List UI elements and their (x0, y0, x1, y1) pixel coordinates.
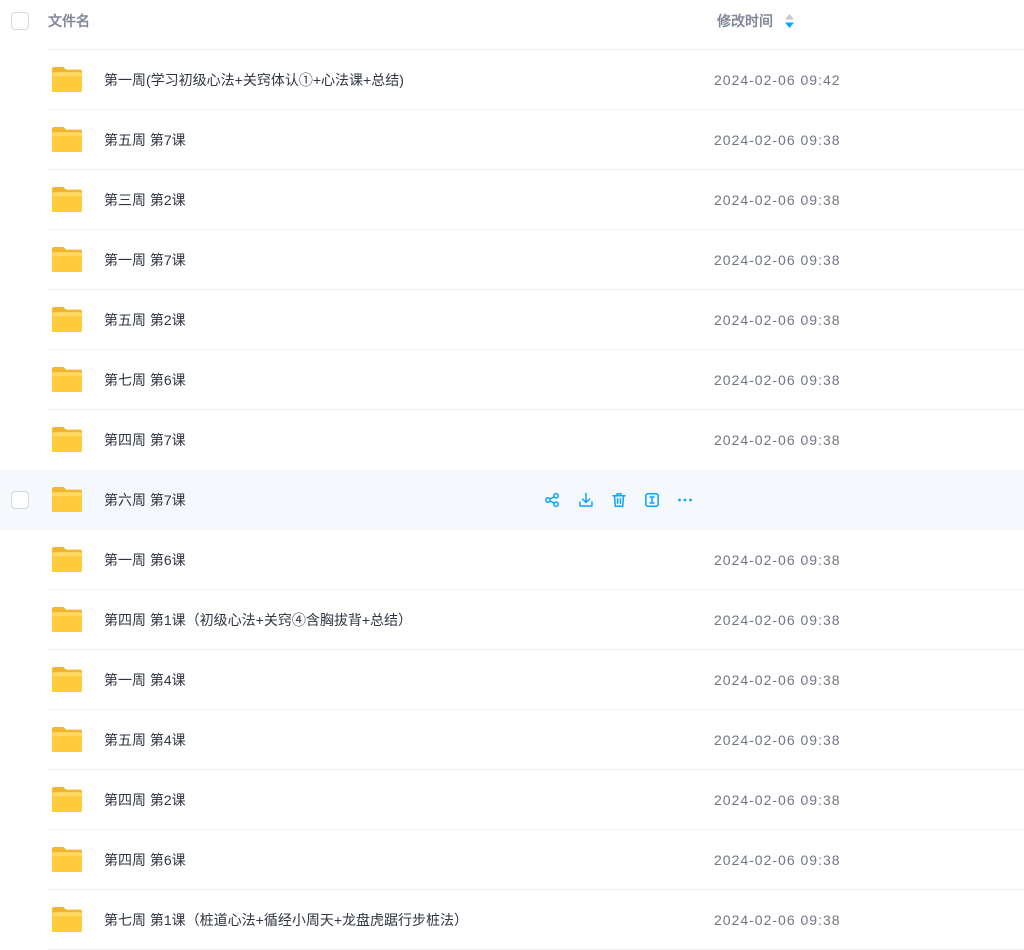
file-row[interactable]: 第五周 第4课 2024-02-06 09:38 (0, 710, 1024, 770)
file-row[interactable]: 第七周 第1课（桩道心法+循经小周天+龙盘虎踞行步桩法） 2024-02-06 0… (0, 890, 1024, 950)
file-name[interactable]: 第七周 第1课（桩道心法+循经小周天+龙盘虎踞行步桩法） (104, 890, 468, 950)
file-row[interactable]: 第七周 第6课 2024-02-06 09:38 (0, 350, 1024, 410)
file-row[interactable]: 第四周 第2课 2024-02-06 09:38 (0, 770, 1024, 830)
file-name[interactable]: 第四周 第1课（初级心法+关窍④含胸拔背+总结） (104, 590, 412, 650)
file-name[interactable]: 第一周 第4课 (104, 650, 186, 710)
rename-icon[interactable] (644, 492, 660, 508)
file-row[interactable]: 第一周(学习初级心法+关窍体认①+心法课+总结) 2024-02-06 09:42 (0, 50, 1024, 110)
more-icon[interactable] (677, 492, 693, 508)
modified-time: 2024-02-06 09:38 (714, 852, 841, 868)
folder-icon (52, 67, 82, 92)
folder-icon (52, 847, 82, 872)
file-row[interactable]: 第五周 第2课 2024-02-06 09:38 (0, 290, 1024, 350)
file-row[interactable]: 第四周 第7课 2024-02-06 09:38 (0, 410, 1024, 470)
file-row[interactable]: 第一周 第4课 2024-02-06 09:38 (0, 650, 1024, 710)
file-name[interactable]: 第一周 第7课 (104, 230, 186, 290)
modified-column-header[interactable]: 修改时间 (717, 11, 773, 31)
folder-icon (52, 487, 82, 512)
folder-icon (52, 247, 82, 272)
list-header: 文件名 修改时间 (0, 0, 1024, 50)
folder-icon (52, 427, 82, 452)
file-list: 第一周(学习初级心法+关窍体认①+心法课+总结) 2024-02-06 09:42… (0, 50, 1024, 950)
download-icon[interactable] (578, 492, 594, 508)
sort-descending-icon[interactable] (785, 14, 794, 28)
folder-icon (52, 907, 82, 932)
modified-time: 2024-02-06 09:38 (714, 132, 841, 148)
file-name[interactable]: 第一周 第6课 (104, 530, 186, 590)
modified-time: 2024-02-06 09:38 (714, 312, 841, 328)
file-name[interactable]: 第四周 第6课 (104, 830, 186, 890)
file-row[interactable]: 第一周 第6课 2024-02-06 09:38 (0, 530, 1024, 590)
modified-time: 2024-02-06 09:38 (714, 612, 841, 628)
folder-icon (52, 607, 82, 632)
modified-time: 2024-02-06 09:38 (714, 792, 841, 808)
folder-icon (52, 367, 82, 392)
file-row[interactable]: 第五周 第7课 2024-02-06 09:38 (0, 110, 1024, 170)
modified-time: 2024-02-06 09:38 (714, 252, 841, 268)
folder-icon (52, 187, 82, 212)
file-name[interactable]: 第六周 第7课 (104, 470, 186, 530)
folder-icon (52, 727, 82, 752)
modified-time: 2024-02-06 09:38 (714, 672, 841, 688)
row-checkbox[interactable] (11, 491, 29, 509)
file-name[interactable]: 第五周 第4课 (104, 710, 186, 770)
modified-time: 2024-02-06 09:38 (714, 552, 841, 568)
file-row[interactable]: 第四周 第6课 2024-02-06 09:38 (0, 830, 1024, 890)
modified-time: 2024-02-06 09:42 (714, 72, 841, 88)
folder-icon (52, 547, 82, 572)
file-row[interactable]: 第六周 第7课 (0, 470, 1024, 530)
modified-time: 2024-02-06 09:38 (714, 372, 841, 388)
share-icon[interactable] (544, 492, 560, 508)
modified-time: 2024-02-06 09:38 (714, 192, 841, 208)
file-name[interactable]: 第七周 第6课 (104, 350, 186, 410)
file-name[interactable]: 第四周 第7课 (104, 410, 186, 470)
file-name[interactable]: 第三周 第2课 (104, 170, 186, 230)
select-all-checkbox[interactable] (11, 12, 29, 30)
folder-icon (52, 127, 82, 152)
file-row[interactable]: 第三周 第2课 2024-02-06 09:38 (0, 170, 1024, 230)
file-list-page: 文件名 修改时间 第一周(学习初级心法+关窍体认①+心法课+总结) 2024-02… (0, 0, 1024, 950)
file-name[interactable]: 第四周 第2课 (104, 770, 186, 830)
folder-icon (52, 307, 82, 332)
file-name[interactable]: 第五周 第2课 (104, 290, 186, 350)
file-name[interactable]: 第五周 第7课 (104, 110, 186, 170)
trash-icon[interactable] (611, 492, 627, 508)
folder-icon (52, 667, 82, 692)
modified-time: 2024-02-06 09:38 (714, 912, 841, 928)
file-row[interactable]: 第一周 第7课 2024-02-06 09:38 (0, 230, 1024, 290)
modified-time: 2024-02-06 09:38 (714, 732, 841, 748)
file-row[interactable]: 第四周 第1课（初级心法+关窍④含胸拔背+总结） 2024-02-06 09:38 (0, 590, 1024, 650)
folder-icon (52, 787, 82, 812)
file-name[interactable]: 第一周(学习初级心法+关窍体认①+心法课+总结) (104, 50, 404, 110)
name-column-header[interactable]: 文件名 (48, 11, 90, 31)
modified-time: 2024-02-06 09:38 (714, 432, 841, 448)
